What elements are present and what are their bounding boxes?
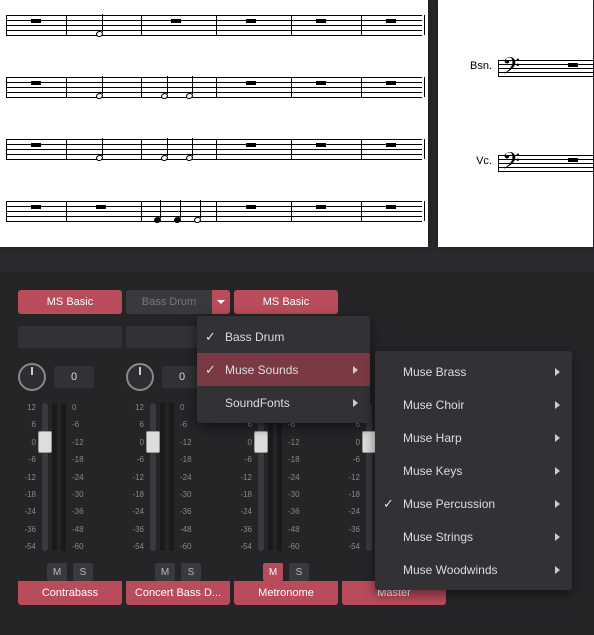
pan-knob[interactable] [126,363,154,391]
menu-item-muse-percussion[interactable]: ✓ Muse Percussion [375,487,572,520]
fader-scale-left: 1260-6-12-18-24-36-54 [18,403,38,551]
score-page-right[interactable]: Bsn. 𝄢 Vc. 𝄢 [438,0,593,247]
fader-handle[interactable] [254,431,268,453]
score-view: Bsn. 𝄢 Vc. 𝄢 [0,0,594,247]
track-name[interactable]: Concert Bass D... [126,581,230,605]
menu-item-muse-choir[interactable]: ✓ Muse Choir [375,388,572,421]
level-meter [52,403,57,551]
score-page-left[interactable] [0,0,428,247]
preset-label[interactable]: Bass Drum [126,290,212,314]
fader-handle[interactable] [146,431,160,453]
menu-item-bass-drum[interactable]: ✓ Bass Drum [197,320,370,353]
check-icon: ✓ [383,496,403,512]
chevron-right-icon [555,533,560,541]
channel-prev [12,290,14,605]
fader-scale-right: 0-6-12-18-24-30-36-48-60 [70,403,90,551]
track-name[interactable]: Metronome [234,581,338,605]
track-name[interactable]: Contrabass [18,581,122,605]
chevron-down-icon [217,300,225,304]
menu-item-label: Muse Strings [403,530,473,544]
fx-slot[interactable] [18,326,122,348]
chevron-right-icon [555,467,560,475]
fader-handle[interactable] [362,431,376,453]
menu-item-muse-brass[interactable]: ✓ Muse Brass [375,355,572,388]
menu-item-label: Muse Woodwinds [403,563,498,577]
menu-item-label: Muse Choir [403,398,464,412]
preset-button[interactable]: MS Basic [18,290,122,314]
staff-vc: Vc. 𝄢 [498,150,593,175]
pan-value[interactable]: 0 [162,366,202,388]
muse-sounds-submenu: ✓ Muse Brass ✓ Muse Choir ✓ Muse Harp ✓ … [375,351,572,590]
menu-item-label: Muse Keys [403,464,462,478]
volume-fader[interactable] [42,403,48,551]
menu-item-label: Muse Sounds [225,363,298,377]
menu-item-muse-keys[interactable]: ✓ Muse Keys [375,454,572,487]
menu-item-muse-strings[interactable]: ✓ Muse Strings [375,520,572,553]
chevron-right-icon [353,366,358,374]
staff [6,194,422,230]
chevron-right-icon [555,500,560,508]
preset-button[interactable]: Bass Drum [126,290,230,314]
fader-scale-right: 0-6-12-18-24-30-36-48-60 [286,403,306,551]
mute-button[interactable]: M [155,563,175,581]
staff [6,70,422,106]
menu-item-muse-woodwinds[interactable]: ✓ Muse Woodwinds [375,553,572,586]
chevron-right-icon [353,399,358,407]
volume-fader[interactable] [150,403,156,551]
check-icon: ✓ [205,362,225,378]
level-meter [160,403,165,551]
level-meter [268,403,273,551]
fader-scale-right: 0-6-12-18-24-30-36-48-60 [178,403,198,551]
solo-button[interactable]: S [73,563,93,581]
fader-scale-left: 1260-6-12-18-24-36-54 [126,403,146,551]
menu-item-muse-sounds[interactable]: ✓ Muse Sounds [197,353,370,386]
menu-item-label: Muse Brass [403,365,466,379]
fader-handle[interactable] [38,431,52,453]
chevron-right-icon [555,566,560,574]
preset-label: MS Basic [263,296,309,308]
level-meter [61,403,66,551]
menu-item-label: Bass Drum [225,330,284,344]
solo-button[interactable]: S [181,563,201,581]
chevron-right-icon [555,368,560,376]
menu-item-label: SoundFonts [225,396,290,410]
volume-fader[interactable] [258,403,264,551]
mute-button[interactable]: M [47,563,67,581]
menu-item-label: Muse Percussion [403,497,495,511]
level-meter [277,403,282,551]
mute-button[interactable]: M [263,563,283,581]
menu-item-soundfonts[interactable]: ✓ SoundFonts [197,386,370,419]
preset-dropdown-toggle[interactable] [212,290,230,314]
sound-menu: ✓ Bass Drum ✓ Muse Sounds ✓ SoundFonts [197,316,370,423]
volume-fader[interactable] [366,403,372,551]
fader-scale-left: 1260-6-12-18-24-36-54 [234,403,254,551]
menu-item-muse-harp[interactable]: ✓ Muse Harp [375,421,572,454]
pan-knob[interactable] [18,363,46,391]
fader-scale-left: 1260-6-12-18-24-36-54 [342,403,362,551]
staff [6,132,422,168]
staff-bsn: Bsn. 𝄢 [498,55,593,80]
preset-label: MS Basic [47,296,93,308]
menu-item-label: Muse Harp [403,431,462,445]
staff [6,8,422,44]
chevron-right-icon [555,401,560,409]
solo-button[interactable]: S [289,563,309,581]
channel-contrabass: MS Basic 0 1260-6-12-18-24-36-54 0-6-12-… [18,290,122,605]
preset-button[interactable]: MS Basic [234,290,338,314]
check-icon: ✓ [205,329,225,345]
level-meter [169,403,174,551]
pan-value[interactable]: 0 [54,366,94,388]
chevron-right-icon [555,434,560,442]
